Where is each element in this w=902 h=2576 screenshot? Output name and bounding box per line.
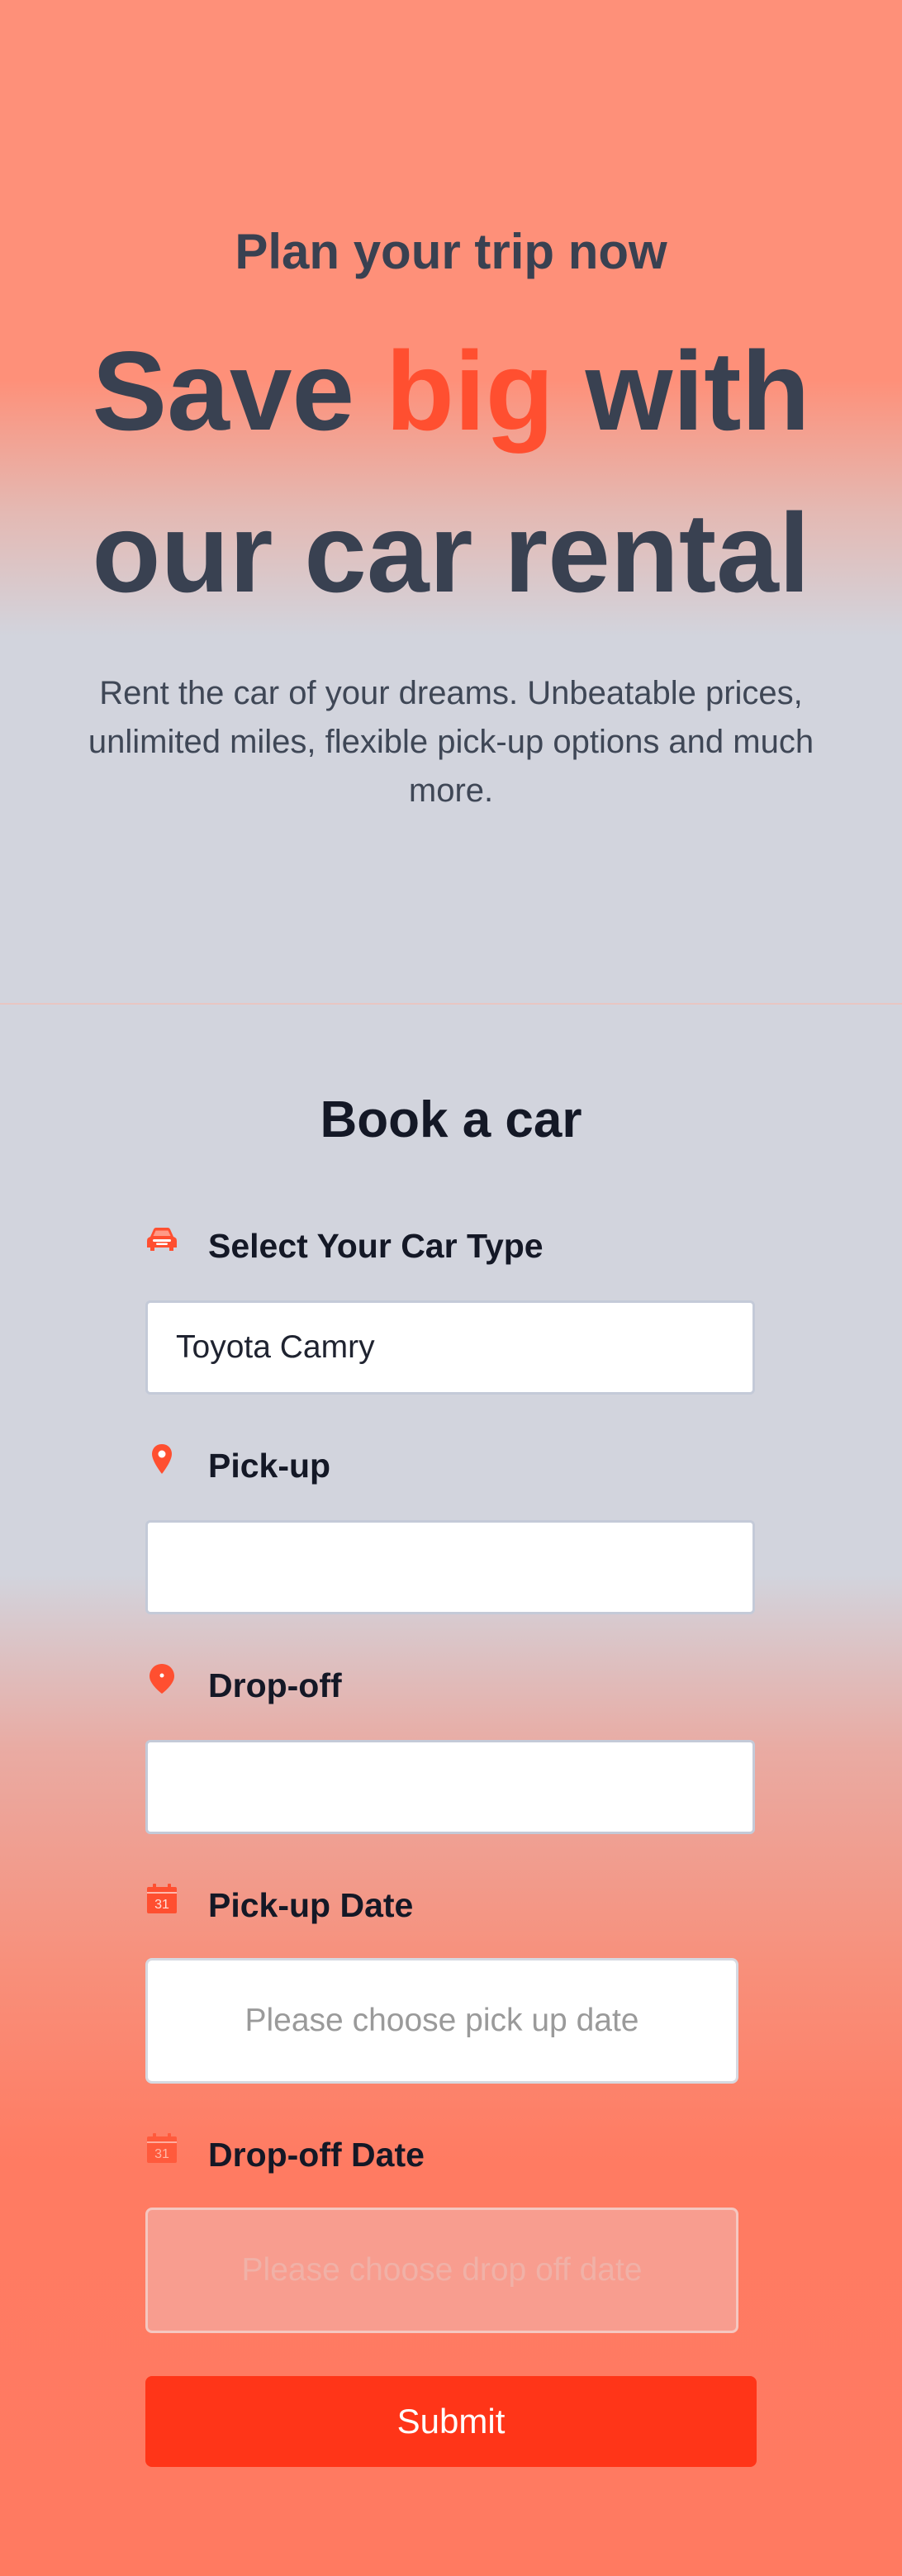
calendar-icon: 31 bbox=[145, 2132, 178, 2165]
dropoff-label-text: Drop-off bbox=[208, 1666, 342, 1704]
map-pin-icon bbox=[145, 1662, 178, 1695]
hero-section: Plan your trip now Save big with our car… bbox=[0, 0, 902, 1005]
submit-button[interactable]: Submit bbox=[145, 2376, 757, 2467]
pickup-date-placeholder: Please choose pick up date bbox=[244, 2003, 639, 2038]
dropoff-location-input[interactable] bbox=[145, 1740, 755, 1834]
car-type-label: Select Your Car Type bbox=[145, 1221, 544, 1271]
calendar-icon-text: 31 bbox=[154, 1898, 169, 1912]
dropoff-date-label: 31 Drop-off Date bbox=[145, 2130, 425, 2179]
dropoff-date-input[interactable]: Please choose drop off date bbox=[145, 2208, 738, 2333]
pickup-date-label: 31 Pick-up Date bbox=[145, 1880, 413, 1930]
booking-section: Book a car Select Your Car Type Toyota C… bbox=[0, 1005, 902, 2576]
car-type-select[interactable] bbox=[145, 1300, 755, 1395]
hero-title-part1: Save bbox=[92, 328, 386, 454]
dropoff-date-placeholder: Please choose drop off date bbox=[241, 2252, 643, 2288]
page: Plan your trip now Save big with our car… bbox=[0, 0, 902, 2576]
pickup-label-text: Pick-up bbox=[208, 1446, 331, 1485]
calendar-icon: 31 bbox=[145, 1882, 178, 1915]
hero-title-accent: big bbox=[385, 328, 554, 454]
pickup-date-input[interactable]: Please choose pick up date bbox=[145, 1958, 738, 2084]
car-type-label-text: Select Your Car Type bbox=[208, 1226, 544, 1265]
hero-description: Rent the car of your dreams. Unbeatable … bbox=[88, 675, 814, 809]
dropoff-label: Drop-off bbox=[145, 1661, 342, 1710]
hero-title: Save big with our car rental bbox=[0, 310, 902, 634]
hero-subtitle: Plan your trip now bbox=[235, 224, 667, 279]
car-icon bbox=[145, 1223, 178, 1256]
pickup-label: Pick-up bbox=[145, 1441, 330, 1490]
map-pin-icon bbox=[145, 1442, 178, 1476]
dropoff-date-label-text: Drop-off Date bbox=[208, 2135, 425, 2174]
calendar-icon-text: 31 bbox=[154, 2147, 169, 2161]
booking-title: Book a car bbox=[320, 1091, 582, 1148]
pickup-location-input[interactable] bbox=[145, 1520, 755, 1614]
pickup-date-label-text: Pick-up Date bbox=[208, 1885, 414, 1924]
